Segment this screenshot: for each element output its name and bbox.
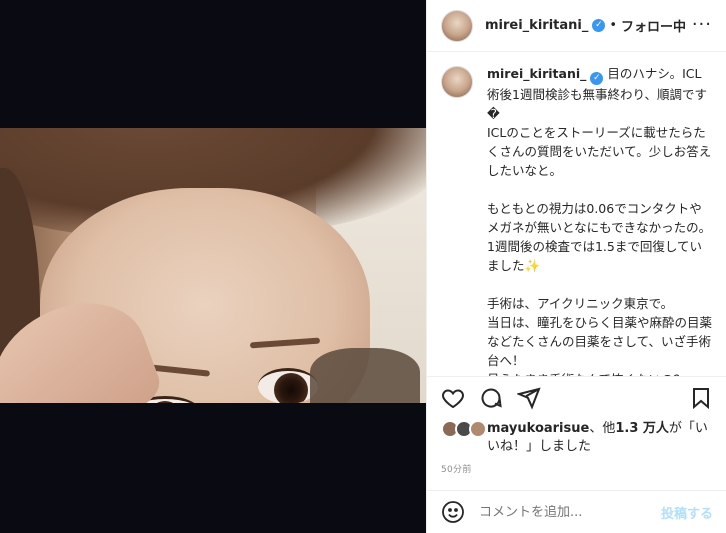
caption: mirei_kiritani_ ✓ 目のハナシ。ICL術後1週間検診も無事終わり、… bbox=[427, 58, 726, 376]
caption-body: 目のハナシ。ICL術後1週間検診も無事終わり、順調です� ICLのことをストーリ… bbox=[487, 66, 713, 376]
emoji-icon[interactable] bbox=[441, 500, 465, 524]
liker-username[interactable]: mayukoarisue bbox=[487, 421, 589, 436]
comment-bar: 投稿する bbox=[427, 490, 726, 533]
liker-avatars[interactable] bbox=[441, 420, 487, 438]
more-horizontal-icon[interactable]: ··· bbox=[692, 14, 712, 35]
post-sidebar: mirei_kiritani_ ✓ • フォロー中 ··· mirei_kiri… bbox=[426, 0, 726, 533]
following-button[interactable]: フォロー中 bbox=[621, 16, 686, 35]
post-header: mirei_kiritani_ ✓ • フォロー中 ··· bbox=[427, 0, 726, 52]
post-media[interactable] bbox=[0, 0, 426, 533]
caption-username[interactable]: mirei_kiritani_ bbox=[487, 66, 586, 81]
post-timestamp[interactable]: 50分前 bbox=[441, 462, 472, 475]
likes-text: mayukoarisue、他1.3 万人が「いいね！」しました bbox=[487, 420, 713, 456]
action-bar bbox=[427, 376, 726, 418]
verified-badge-icon: ✓ bbox=[592, 19, 606, 32]
header-username[interactable]: mirei_kiritani_ bbox=[485, 18, 588, 33]
heart-icon[interactable] bbox=[441, 386, 465, 410]
caption-avatar[interactable] bbox=[441, 66, 473, 98]
likes-connector: 、他 bbox=[589, 421, 616, 436]
share-icon[interactable] bbox=[515, 386, 541, 410]
likes-count[interactable]: 1.3 万人 bbox=[615, 421, 669, 436]
post-comment-button[interactable]: 投稿する bbox=[661, 503, 713, 522]
caption-text: mirei_kiritani_ ✓ 目のハナシ。ICL術後1週間検診も無事終わり、… bbox=[487, 64, 713, 376]
header-separator: • bbox=[609, 18, 618, 33]
post-photo bbox=[0, 128, 426, 403]
likes-summary: mayukoarisue、他1.3 万人が「いいね！」しました bbox=[441, 420, 713, 456]
comment-icon[interactable] bbox=[479, 386, 503, 410]
verified-badge-icon: ✓ bbox=[590, 72, 604, 85]
avatar[interactable] bbox=[441, 9, 473, 42]
comment-input[interactable] bbox=[479, 504, 649, 520]
bookmark-icon[interactable] bbox=[689, 386, 713, 410]
